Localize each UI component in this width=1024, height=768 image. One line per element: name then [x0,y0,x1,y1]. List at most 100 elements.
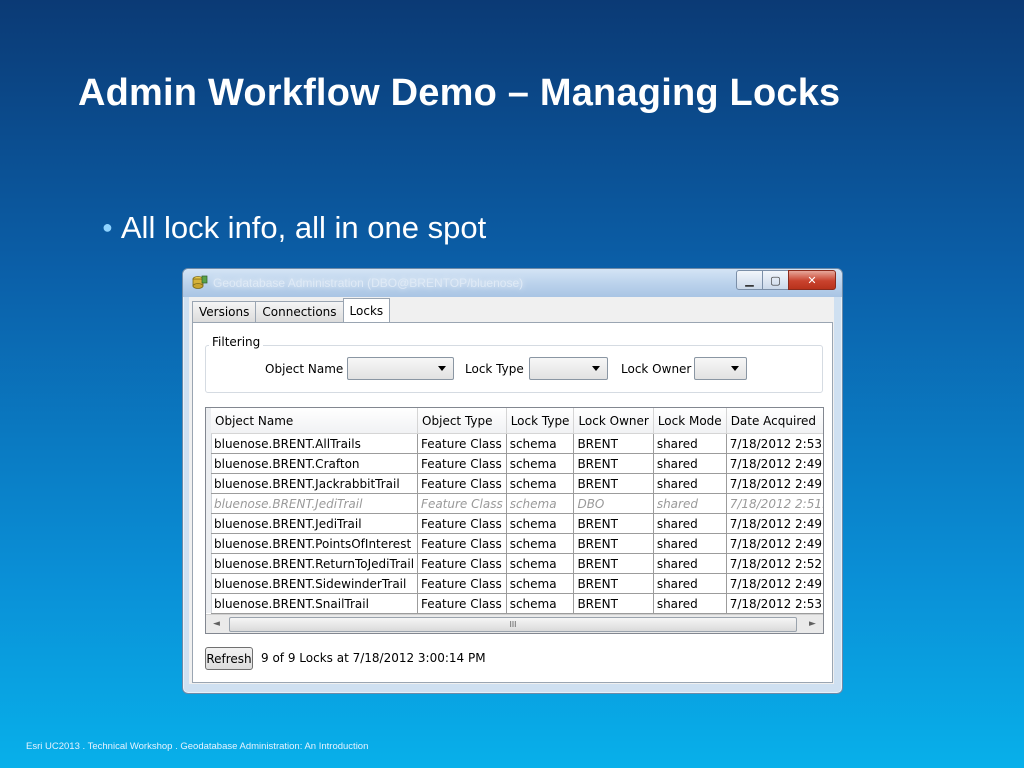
table-cell: shared [653,433,727,454]
table-row[interactable]: bluenose.BRENT.JediTrail Feature Class sch… [211,493,823,514]
horizontal-scrollbar[interactable]: ◄ III ► [206,614,823,633]
table-cell: 7/18/2012 2:52:39 P [726,553,823,574]
table-cell: BRENT [573,513,654,534]
scroll-left-icon[interactable]: ◄ [208,615,225,632]
table-row[interactable]: bluenose.BRENT.AllTrails Feature Class sch… [211,433,823,454]
table-cell: BRENT [573,593,654,614]
scrollbar-thumb[interactable]: III [229,617,797,632]
table-cell: schema [506,473,575,494]
table-cell: schema [506,593,575,614]
table-cell: bluenose.BRENT.JediTrail [211,513,419,534]
object-name-label: Object Name [265,362,344,376]
chevron-down-icon [592,366,600,371]
table-cell: BRENT [573,553,654,574]
table-row[interactable]: bluenose.BRENT.JackrabbitTrail Feature Cl… [211,473,823,494]
lock-owner-dropdown[interactable] [694,357,747,380]
table-cell: bluenose.BRENT.SnailTrail [211,593,419,614]
table-cell: schema [506,433,575,454]
table-cell: DBO [573,493,654,514]
scroll-right-icon[interactable]: ► [804,615,821,632]
table-cell: BRENT [573,433,654,454]
grip-icon: III [509,620,517,629]
maximize-button[interactable]: ▢ [762,270,789,290]
table-cell: shared [653,513,727,534]
minimize-button[interactable]: ▁ [736,270,763,290]
column-header[interactable]: Lock Type [506,408,575,434]
column-header[interactable]: Lock Owner [573,408,654,434]
column-header[interactable]: Lock Mode [653,408,727,434]
table-cell: schema [506,553,575,574]
table-cell: bluenose.BRENT.AllTrails [211,433,419,454]
column-header[interactable]: Object Name [211,408,419,434]
locks-panel: Filtering Object Name Lock Type Lock Own… [192,322,833,683]
table-cell: BRENT [573,453,654,474]
lock-owner-label: Lock Owner [621,362,692,376]
table-cell: shared [653,473,727,494]
table-cell: shared [653,533,727,554]
chevron-down-icon [731,366,739,371]
table-cell: shared [653,573,727,594]
table-cell: schema [506,533,575,554]
table-row[interactable]: bluenose.BRENT.Crafton Feature Class schem… [211,453,823,474]
window-titlebar[interactable]: Geodatabase Administration (DBO@BRENTOP/… [183,269,842,297]
table-cell: BRENT [573,533,654,554]
grid-header-row: Object Name Object Type Lock Type Lock O… [211,408,823,434]
table-cell: bluenose.BRENT.SidewinderTrail [211,573,419,594]
table-row[interactable]: bluenose.BRENT.PointsOfInterest Feature C… [211,533,823,554]
lock-type-dropdown[interactable] [529,357,608,380]
table-cell: 7/18/2012 2:49:21 P [726,473,823,494]
table-cell: BRENT [573,573,654,594]
table-cell: shared [653,593,727,614]
table-cell: shared [653,493,727,514]
gdb-admin-window: Geodatabase Administration (DBO@BRENTOP/… [182,268,843,694]
table-cell: bluenose.BRENT.JackrabbitTrail [211,473,419,494]
tab-connections[interactable]: Connections [255,301,344,322]
bullet-dot-icon: ● [102,217,113,237]
table-cell: 7/18/2012 2:53:45 P [726,593,823,614]
column-header[interactable]: Object Type [417,408,507,434]
table-row[interactable]: bluenose.BRENT.SidewinderTrail Feature Cl… [211,573,823,594]
table-cell: Feature Class [417,473,507,494]
table-cell: shared [653,553,727,574]
table-row[interactable]: bluenose.BRENT.SnailTrail Feature Class sc… [211,593,823,614]
table-cell: bluenose.BRENT.Crafton [211,453,419,474]
table-cell: Feature Class [417,593,507,614]
lock-count-status: 9 of 9 Locks at 7/18/2012 3:00:14 PM [261,651,486,665]
table-cell: bluenose.BRENT.JediTrail [211,493,419,514]
object-name-dropdown[interactable] [347,357,454,380]
table-cell: Feature Class [417,533,507,554]
table-cell: shared [653,453,727,474]
slide-title: Admin Workflow Demo – Managing Locks [78,72,841,114]
table-row[interactable]: bluenose.BRENT.JediTrail Feature Class sch… [211,513,823,534]
column-header[interactable]: Date Acquired [726,408,823,434]
table-row[interactable]: bluenose.BRENT.ReturnToJediTrail Feature … [211,553,823,574]
locks-grid[interactable]: Object Name Object Type Lock Type Lock O… [205,407,824,634]
table-cell: Feature Class [417,493,507,514]
table-cell: schema [506,493,575,514]
table-cell: schema [506,513,575,534]
locks-table: Object Name Object Type Lock Type Lock O… [211,408,823,614]
window-controls: ▁ ▢ ✕ [736,270,836,290]
table-cell: schema [506,453,575,474]
table-cell: 7/18/2012 2:49:35 P [726,533,823,554]
table-cell: 7/18/2012 2:53:31 P [726,433,823,454]
table-cell: bluenose.BRENT.ReturnToJediTrail [211,553,419,574]
table-cell: 7/18/2012 2:51:47 P [726,493,823,514]
refresh-button[interactable]: Refresh [205,647,253,670]
table-cell: schema [506,573,575,594]
table-cell: 7/18/2012 2:49:38 P [726,573,823,594]
window-title: Geodatabase Administration (DBO@BRENTOP/… [213,276,524,290]
tab-locks[interactable]: Locks [342,298,391,322]
table-cell: bluenose.BRENT.PointsOfInterest [211,533,419,554]
table-cell: Feature Class [417,573,507,594]
filtering-label: Filtering [209,335,264,349]
bullet-text: All lock info, all in one spot [120,210,487,245]
lock-type-label: Lock Type [465,362,524,376]
slide-footer: Esri UC2013 . Technical Workshop . Geoda… [26,741,369,752]
table-cell: Feature Class [417,453,507,474]
tab-versions[interactable]: Versions [192,301,257,322]
table-cell: 7/18/2012 2:49:28 P [726,513,823,534]
tab-strip: Versions Connections Locks [192,298,391,322]
table-cell: Feature Class [417,513,507,534]
close-button[interactable]: ✕ [788,270,836,290]
